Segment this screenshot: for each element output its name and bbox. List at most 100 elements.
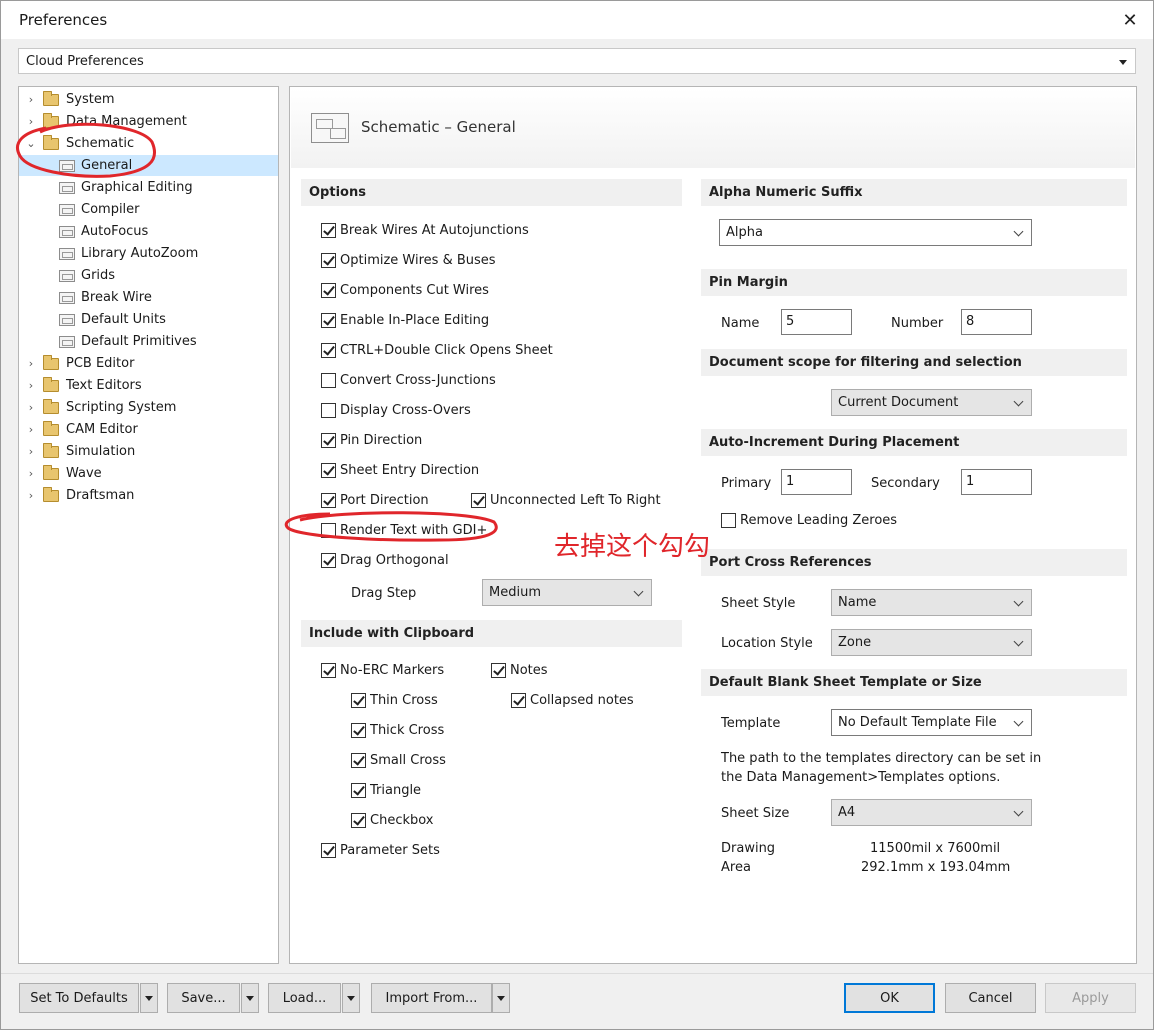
chevron-right-icon[interactable]: ›	[25, 401, 37, 414]
enable-in-place-editing-checkbox[interactable]: Enable In-Place Editing	[321, 310, 489, 330]
chevron-right-icon[interactable]: ›	[25, 93, 37, 106]
components-cut-wires-checkbox[interactable]: Components Cut Wires	[321, 280, 489, 300]
chevron-right-icon[interactable]: ›	[25, 489, 37, 502]
checkbox-checked-icon	[351, 692, 366, 708]
pin-margin-number-label: Number	[891, 316, 944, 331]
triangle-checkbox[interactable]: Triangle	[351, 780, 421, 800]
clipboard-section-header: Include with Clipboard	[301, 620, 682, 647]
checkbox-checked-icon	[321, 552, 336, 568]
folder-icon	[43, 486, 59, 502]
alpha-suffix-dropdown[interactable]: Alpha	[719, 219, 1032, 246]
location-style-dropdown[interactable]: Zone	[831, 629, 1032, 656]
template-dropdown[interactable]: No Default Template File	[831, 709, 1032, 736]
sheet-size-dropdown[interactable]: A4	[831, 799, 1032, 826]
tree-item-data-management[interactable]: › Data Management	[19, 111, 278, 132]
folder-icon	[43, 134, 59, 150]
chevron-right-icon[interactable]: ›	[25, 357, 37, 370]
tree-item-wave[interactable]: › Wave	[19, 463, 278, 484]
sheet-style-dropdown[interactable]: Name	[831, 589, 1032, 616]
chevron-right-icon[interactable]: ›	[25, 115, 37, 128]
tree-item-schematic[interactable]: ⌄ Schematic	[19, 133, 278, 154]
tree-item-label: Schematic	[66, 136, 135, 151]
checkbox-label: Break Wires At Autojunctions	[340, 222, 529, 238]
tree-item-scripting-system[interactable]: › Scripting System	[19, 397, 278, 418]
tree-item-draftsman[interactable]: › Draftsman	[19, 485, 278, 506]
chevron-right-icon[interactable]: ›	[25, 423, 37, 436]
tree-item-autofocus[interactable]: AutoFocus	[19, 221, 278, 242]
no-erc-markers-checkbox[interactable]: No-ERC Markers	[321, 660, 444, 680]
checkbox-checked-icon	[321, 312, 336, 328]
tree-item-default-primitives[interactable]: Default Primitives	[19, 331, 278, 352]
port-xref-header: Port Cross References	[701, 549, 1127, 576]
ok-button[interactable]: OK	[844, 983, 935, 1013]
checkbox-checkbox[interactable]: Checkbox	[351, 810, 434, 830]
parameter-sets-checkbox[interactable]: Parameter Sets	[321, 840, 440, 860]
tree-item-graphical-editing[interactable]: Graphical Editing	[19, 177, 278, 198]
chevron-down-icon[interactable]: ⌄	[25, 137, 37, 150]
secondary-input[interactable]: 1	[961, 469, 1032, 495]
tree-item-system[interactable]: › System	[19, 89, 278, 110]
small-cross-checkbox[interactable]: Small Cross	[351, 750, 446, 770]
category-tree[interactable]: › System › Data Management ⌄ Schematic General…	[18, 86, 279, 964]
optimize-wires-buses-checkbox[interactable]: Optimize Wires & Buses	[321, 250, 496, 270]
set-to-defaults-menu-button[interactable]	[140, 983, 158, 1013]
pin-direction-checkbox[interactable]: Pin Direction	[321, 430, 422, 450]
drawing-area-mm: 292.1mm x 193.04mm	[861, 860, 1011, 875]
tree-item-simulation[interactable]: › Simulation	[19, 441, 278, 462]
tree-item-general[interactable]: General	[19, 155, 278, 176]
set-to-defaults-button[interactable]: Set To Defaults	[19, 983, 139, 1013]
tree-item-library-autozoom[interactable]: Library AutoZoom	[19, 243, 278, 264]
chevron-down-icon	[1013, 596, 1024, 607]
tree-item-cam-editor[interactable]: › CAM Editor	[19, 419, 278, 440]
tree-item-text-editors[interactable]: › Text Editors	[19, 375, 278, 396]
load-menu-button[interactable]	[342, 983, 360, 1013]
close-icon[interactable]: ✕	[1107, 1, 1153, 39]
remove-leading-zeroes-checkbox[interactable]: Remove Leading Zeroes	[721, 510, 897, 530]
tree-item-pcb-editor[interactable]: › PCB Editor	[19, 353, 278, 374]
collapsed-notes-checkbox[interactable]: Collapsed notes	[511, 690, 634, 710]
save-menu-button[interactable]	[241, 983, 259, 1013]
thick-cross-checkbox[interactable]: Thick Cross	[351, 720, 444, 740]
chevron-right-icon[interactable]: ›	[25, 379, 37, 392]
unconnected-left-to-right-checkbox[interactable]: Unconnected Left To Right	[471, 490, 661, 510]
cancel-button[interactable]: Cancel	[945, 983, 1036, 1013]
save-button[interactable]: Save...	[167, 983, 240, 1013]
import-from-button[interactable]: Import From...	[371, 983, 492, 1013]
break-wires-at-autojunctions-checkbox[interactable]: Break Wires At Autojunctions	[321, 220, 529, 240]
checkbox-label: Thin Cross	[370, 692, 438, 708]
display-cross-overs-checkbox[interactable]: Display Cross-Overs	[321, 400, 471, 420]
doc-scope-dropdown[interactable]: Current Document	[831, 389, 1032, 416]
sheet-entry-direction-checkbox[interactable]: Sheet Entry Direction	[321, 460, 479, 480]
load-button[interactable]: Load...	[268, 983, 341, 1013]
render-text-with-gdi-checkbox[interactable]: Render Text with GDI+	[321, 520, 487, 540]
chevron-right-icon[interactable]: ›	[25, 467, 37, 480]
drag-orthogonal-checkbox[interactable]: Drag Orthogonal	[321, 550, 449, 570]
chevron-right-icon[interactable]: ›	[25, 445, 37, 458]
import-from-menu-button[interactable]	[492, 983, 510, 1013]
dropdown-arrow-icon	[497, 996, 505, 1001]
tree-item-label: System	[66, 92, 115, 107]
thin-cross-checkbox[interactable]: Thin Cross	[351, 690, 438, 710]
drag-step-dropdown[interactable]: Medium	[482, 579, 652, 606]
notes-checkbox[interactable]: Notes	[491, 660, 548, 680]
tree-item-grids[interactable]: Grids	[19, 265, 278, 286]
checkbox-label: Port Direction	[340, 492, 429, 508]
ctrl-double-click-opens-sheet-checkbox[interactable]: CTRL+Double Click Opens Sheet	[321, 340, 553, 360]
checkbox-label: Unconnected Left To Right	[490, 492, 661, 508]
checkbox-checked-icon	[321, 662, 336, 678]
tree-item-break-wire[interactable]: Break Wire	[19, 287, 278, 308]
checkbox-label: Sheet Entry Direction	[340, 462, 480, 478]
primary-input[interactable]: 1	[781, 469, 852, 495]
folder-icon	[43, 442, 59, 458]
convert-cross-junctions-checkbox[interactable]: Convert Cross-Junctions	[321, 370, 496, 390]
pin-margin-header: Pin Margin	[701, 269, 1127, 296]
settings-page-icon	[59, 225, 75, 238]
preferences-profile-dropdown[interactable]: Cloud Preferences	[18, 48, 1136, 74]
tree-item-default-units[interactable]: Default Units	[19, 309, 278, 330]
port-direction-checkbox[interactable]: Port Direction	[321, 490, 429, 510]
pin-margin-name-input[interactable]: 5	[781, 309, 852, 335]
tree-item-compiler[interactable]: Compiler	[19, 199, 278, 220]
pin-margin-number-input[interactable]: 8	[961, 309, 1032, 335]
drawing-area-mil: 11500mil x 7600mil	[870, 841, 1001, 856]
apply-button[interactable]: Apply	[1045, 983, 1136, 1013]
